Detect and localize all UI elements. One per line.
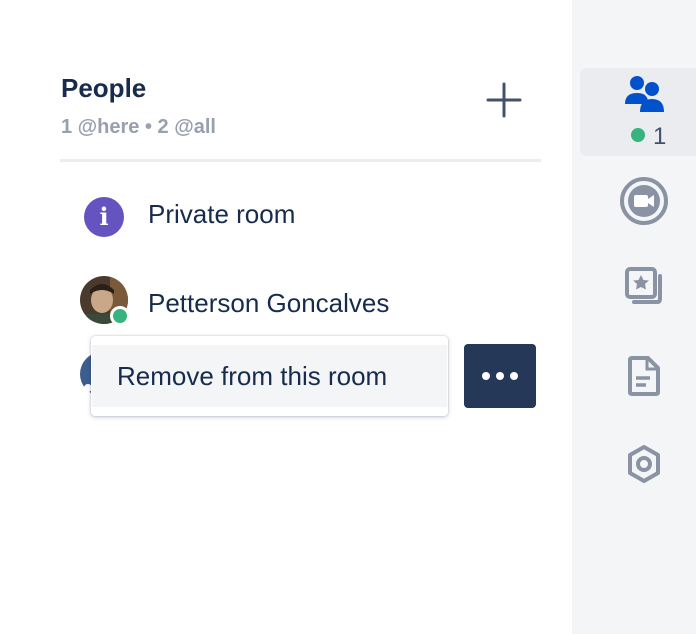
online-status-dot: [631, 128, 645, 142]
sidebar-item-people[interactable]: [622, 74, 666, 114]
star-gallery-icon: [625, 267, 662, 304]
more-actions-button[interactable]: [464, 344, 536, 408]
people-panel: People 1 @here • 2 @all i Private room P…: [0, 0, 572, 634]
sidebar-item-collections[interactable]: [624, 266, 664, 308]
video-call-icon: [620, 177, 668, 225]
add-person-button[interactable]: [484, 80, 524, 120]
private-room-label: Private room: [148, 199, 296, 229]
header-divider: [60, 159, 541, 162]
mention-summary: 1 @here • 2 @all: [61, 116, 216, 138]
online-status-dot: [110, 306, 130, 326]
private-room-row: i Private room: [78, 187, 538, 243]
panel-title: People: [61, 73, 147, 103]
plus-icon: [486, 82, 522, 118]
remove-from-room-menu-item[interactable]: Remove from this room: [92, 345, 447, 407]
member-name: Petterson Goncalves: [148, 288, 390, 318]
member-context-menu: Remove from this room: [91, 336, 448, 416]
sidebar-item-settings[interactable]: [626, 444, 662, 484]
more-horizontal-icon: [482, 372, 490, 380]
info-icon: i: [84, 197, 124, 237]
online-count: 1: [653, 123, 667, 150]
sidebar-item-video[interactable]: [619, 176, 669, 226]
member-row[interactable]: Petterson Goncalves: [78, 276, 538, 332]
document-icon: [628, 356, 660, 396]
menu-item-label: Remove from this room: [117, 361, 388, 391]
sidebar-item-files[interactable]: [628, 356, 660, 396]
people-icon: [625, 76, 664, 112]
hexagon-settings-icon: [628, 445, 660, 483]
